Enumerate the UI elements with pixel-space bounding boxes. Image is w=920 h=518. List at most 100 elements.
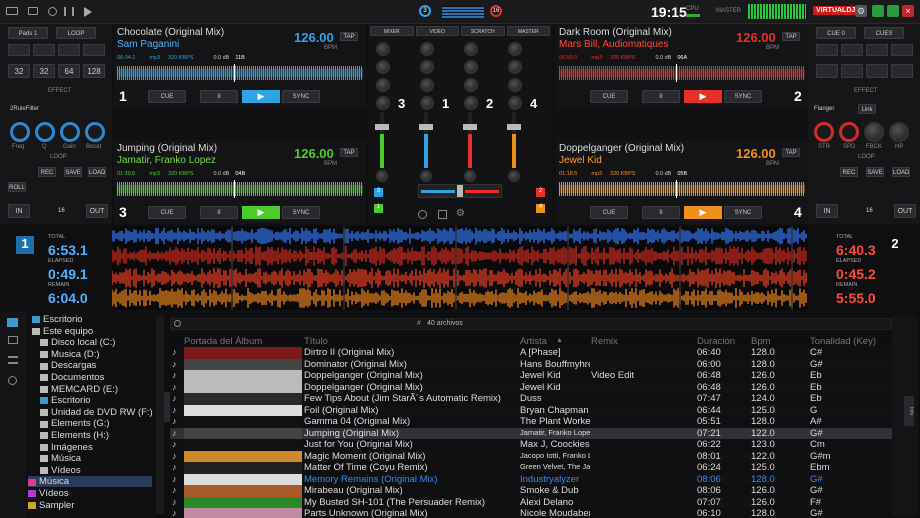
mini-waveform[interactable] bbox=[117, 66, 363, 80]
out-button-right[interactable]: OUT bbox=[894, 204, 916, 218]
track-row[interactable]: ♪ Few Tips About (Jim StarÃ´s Automatic R… bbox=[170, 393, 892, 405]
gear-icon[interactable]: ⚙ bbox=[456, 208, 465, 219]
play-icon[interactable] bbox=[84, 7, 92, 17]
crossfader-handle[interactable] bbox=[457, 185, 463, 197]
pad-128[interactable]: 128 bbox=[83, 64, 105, 78]
minimize-button[interactable] bbox=[872, 5, 884, 17]
track-row[interactable]: ♪ Matter Of Time (Coyu Remix) Green Velvet… bbox=[170, 462, 892, 474]
maximize-button[interactable] bbox=[887, 5, 899, 17]
track-row[interactable]: ♪ Dominator (Original Mix) Hans Bouffmyhre… bbox=[170, 358, 892, 370]
loop-mode[interactable]: LOOP bbox=[56, 27, 96, 39]
play-button[interactable]: ▶ bbox=[684, 206, 722, 219]
sampler-icon[interactable] bbox=[438, 210, 447, 219]
track-row[interactable]: ♪ Magic Moment (Original Mix) Jacopo Iotti… bbox=[170, 450, 892, 462]
cue-pad-2[interactable] bbox=[841, 44, 863, 56]
play-button[interactable]: ▶ bbox=[242, 206, 280, 219]
cue-button[interactable]: CUE bbox=[590, 90, 628, 103]
fx-knob-fbck[interactable] bbox=[864, 122, 884, 142]
search-bar[interactable]: # 40 archivos bbox=[170, 318, 892, 330]
pause-button[interactable]: II bbox=[642, 206, 680, 219]
settings-button[interactable]: ⚙ bbox=[855, 5, 867, 17]
save-button[interactable]: SAVE bbox=[64, 167, 82, 177]
crossfader[interactable] bbox=[418, 184, 502, 198]
tree-item[interactable]: Sampler bbox=[28, 500, 152, 511]
tree-scrollbar[interactable] bbox=[156, 316, 164, 514]
track-row[interactable]: ♪ Doppelganger (Original Mix) Jewel Kid 06:… bbox=[170, 381, 892, 393]
col-header-art[interactable]: Portada del Álbum bbox=[184, 336, 262, 347]
cue-pad-1[interactable] bbox=[816, 44, 838, 56]
deck-select-2[interactable]: 2 bbox=[536, 188, 545, 197]
tree-item[interactable]: Documentos bbox=[40, 372, 164, 383]
tree-item[interactable]: MEMCARD (E:) bbox=[40, 384, 164, 395]
eq-knob[interactable] bbox=[508, 78, 522, 92]
pause-button[interactable]: II bbox=[642, 90, 680, 103]
fader-handle[interactable] bbox=[419, 124, 433, 130]
tap-button[interactable]: TAP bbox=[782, 32, 800, 41]
info-tab[interactable]: Info bbox=[904, 396, 914, 426]
rhythm-waveform-area[interactable] bbox=[112, 226, 808, 310]
eq-knob[interactable] bbox=[464, 96, 478, 110]
cue-pad-4[interactable] bbox=[891, 44, 913, 56]
list-icon[interactable] bbox=[8, 356, 18, 364]
tree-item[interactable]: Música bbox=[28, 476, 152, 488]
history-icon[interactable] bbox=[8, 376, 17, 385]
track-row[interactable]: ♪ Foil (Original Mix) Bryan Chapman 06:44 12… bbox=[170, 404, 892, 416]
tree-item[interactable]: Disco local (C:) bbox=[40, 337, 164, 348]
eq-knob[interactable] bbox=[464, 42, 478, 56]
pad-32b[interactable]: 32 bbox=[33, 64, 55, 78]
col-header-key[interactable]: Tonalidad (Key) bbox=[810, 336, 876, 347]
tree-item[interactable]: Vídeos bbox=[28, 488, 152, 499]
track-row[interactable]: ♪ Gamma 04 (Original Mix) The Plant Worker… bbox=[170, 416, 892, 428]
track-row[interactable]: ♪ Dirtro II (Original Mix) A [Phase] 06:40 1… bbox=[170, 347, 892, 359]
tab-scratch[interactable]: SCRATCH bbox=[461, 26, 505, 36]
pad-32[interactable]: 32 bbox=[8, 64, 30, 78]
fx-knob-hp[interactable] bbox=[889, 122, 909, 142]
pads-selector[interactable]: Pads 1 bbox=[8, 27, 48, 39]
cue-button[interactable]: CUE bbox=[148, 206, 186, 219]
cue-pad-3[interactable] bbox=[866, 44, 888, 56]
tab-video[interactable]: VIDEO bbox=[415, 26, 459, 36]
cue-pad-5[interactable] bbox=[816, 64, 838, 78]
sync-button[interactable]: SYNC bbox=[282, 90, 320, 103]
tap-button[interactable]: TAP bbox=[340, 148, 358, 157]
fx-knob-gain[interactable] bbox=[60, 122, 80, 142]
cue-pad-8[interactable] bbox=[891, 64, 913, 78]
eq-knob[interactable] bbox=[508, 60, 522, 74]
link-button[interactable]: Link bbox=[858, 104, 876, 114]
gain-knob[interactable] bbox=[464, 170, 476, 182]
tree-item[interactable]: Música bbox=[40, 453, 164, 464]
gain-knob[interactable] bbox=[508, 170, 520, 182]
tree-item[interactable]: Musica (D:) bbox=[40, 349, 164, 360]
track-row[interactable]: ♪ Memory Remains (Original Mix) Industryal… bbox=[170, 473, 892, 485]
cue-pad-6[interactable] bbox=[841, 64, 863, 78]
mini-waveform[interactable] bbox=[559, 182, 805, 196]
track-row[interactable]: ♪ Just for You (Original Mix) Max J, Coock… bbox=[170, 439, 892, 451]
search-icon[interactable] bbox=[48, 7, 57, 16]
mixer-icon[interactable] bbox=[64, 7, 74, 16]
col-header-title[interactable]: Título bbox=[304, 336, 328, 347]
track-row[interactable]: ♪ Doppelganger (Original Mix) Jewel Kid Vid… bbox=[170, 370, 892, 382]
folder-icon[interactable] bbox=[8, 336, 18, 344]
record-icon[interactable] bbox=[418, 210, 427, 219]
tree-item[interactable]: Elements (H:) bbox=[40, 430, 164, 441]
eq-knob[interactable] bbox=[464, 60, 478, 74]
tree-item[interactable]: Vídeos bbox=[40, 465, 164, 476]
eq-knob[interactable] bbox=[376, 60, 390, 74]
monitor-icon[interactable] bbox=[28, 7, 38, 15]
eq-knob[interactable] bbox=[464, 78, 478, 92]
track-row[interactable]: ♪ Mirabeau (Original Mix) Smoke & Dub 08:06… bbox=[170, 485, 892, 497]
sync-button[interactable]: SYNC bbox=[282, 206, 320, 219]
roll-button[interactable]: ROLL bbox=[8, 182, 26, 192]
fader-handle[interactable] bbox=[463, 124, 477, 130]
fader-handle[interactable] bbox=[375, 124, 389, 130]
fx-knob-freq[interactable] bbox=[10, 122, 30, 142]
pause-button[interactable]: II bbox=[200, 90, 238, 103]
tap-button[interactable]: TAP bbox=[340, 32, 358, 41]
eq-knob[interactable] bbox=[376, 96, 390, 110]
add-folder-icon[interactable] bbox=[7, 318, 18, 327]
deck-select-4[interactable]: 4 bbox=[536, 204, 545, 213]
play-button[interactable]: ▶ bbox=[684, 90, 722, 103]
gain-knob[interactable] bbox=[420, 170, 432, 182]
eq-knob[interactable] bbox=[508, 96, 522, 110]
save-button-right[interactable]: SAVE bbox=[866, 167, 884, 177]
